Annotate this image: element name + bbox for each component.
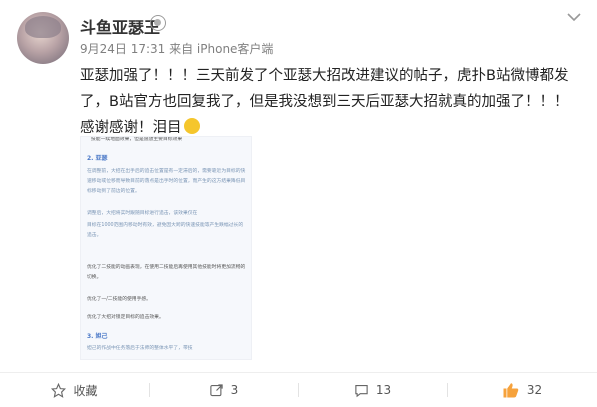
- username[interactable]: 斗鱼亚瑟王: [80, 14, 160, 38]
- img-paragraph-1: 在调整前，大招在出手后的追击位置是有一定滞后的，需要靠近为目标的快速移动或位移而…: [87, 169, 246, 194]
- comment-icon: [355, 384, 368, 397]
- vip-badge-icon: [150, 15, 166, 31]
- attached-image[interactable]: 技能一续地面效果，但是施放主要目标效果 2. 亚瑟 在调整前，大招在出手后的追击…: [80, 136, 252, 360]
- post-text: 亚瑟加强了！！！三天前发了个亚瑟大招改进建议的帖子，虎扑B站微博都发了，B站官方…: [80, 68, 569, 136]
- emoji-crying-icon: [183, 118, 200, 134]
- img-paragraph-4: 优化了二技能的动画表现，在使用二技能后再使用其他技能时将更加流畅的切换。: [87, 265, 246, 280]
- favorite-label: 收藏: [73, 383, 98, 398]
- action-bar: 收藏 3 13 32: [0, 372, 597, 407]
- img-heading-3: 3. 妲己: [87, 333, 108, 340]
- img-heading-2: 2. 亚瑟: [87, 155, 108, 162]
- comment-button[interactable]: 13: [298, 373, 447, 407]
- favorite-button[interactable]: 收藏: [0, 373, 149, 407]
- star-icon: [51, 382, 67, 398]
- img-paragraph-6: 优化了大招对锁定目标的追击效果。: [87, 315, 164, 320]
- comment-count: 13: [375, 383, 392, 397]
- img-line-top: 技能一续地面效果，但是施放主要目标效果: [91, 137, 183, 142]
- chevron-down-icon[interactable]: [565, 10, 583, 24]
- img-paragraph-3: 目标在1000范围内移动时有效，避免因大跨的快速技能等产生跌幅过长的追击。: [87, 223, 244, 238]
- img-paragraph-2: 调整后，大招将实时跟随目标进行追击，该效果仅在: [87, 211, 198, 216]
- like-button[interactable]: 32: [447, 373, 597, 407]
- post-meta: 9月24日 17:31 来自 iPhone客户端: [80, 42, 274, 56]
- like-count: 32: [526, 383, 543, 397]
- img-paragraph-5: 优化了一/二技能的使用手感。: [87, 297, 151, 302]
- avatar[interactable]: [17, 12, 69, 64]
- like-icon: [503, 383, 519, 398]
- img-paragraph-7: 妲己的作战中任务落后于法师的整体水平了，带技: [87, 346, 193, 351]
- repost-icon: [209, 383, 223, 396]
- repost-button[interactable]: 3: [149, 373, 298, 407]
- repost-count: 3: [230, 383, 239, 397]
